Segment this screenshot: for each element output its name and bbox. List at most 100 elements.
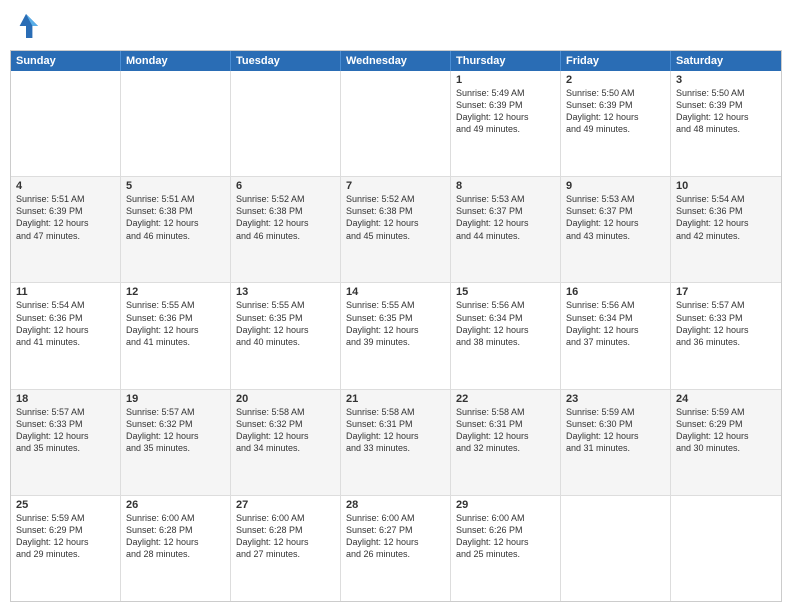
day-info: Sunrise: 5:54 AM Sunset: 6:36 PM Dayligh… [676, 193, 776, 242]
day-info: Sunrise: 5:58 AM Sunset: 6:31 PM Dayligh… [456, 406, 555, 455]
day-cell-11: 11Sunrise: 5:54 AM Sunset: 6:36 PM Dayli… [11, 283, 121, 388]
day-number: 12 [126, 286, 225, 298]
day-cell-7: 7Sunrise: 5:52 AM Sunset: 6:38 PM Daylig… [341, 177, 451, 282]
day-number: 21 [346, 393, 445, 405]
day-cell-9: 9Sunrise: 5:53 AM Sunset: 6:37 PM Daylig… [561, 177, 671, 282]
day-number: 25 [16, 499, 115, 511]
day-cell-2: 2Sunrise: 5:50 AM Sunset: 6:39 PM Daylig… [561, 71, 671, 176]
empty-cell [341, 71, 451, 176]
day-cell-15: 15Sunrise: 5:56 AM Sunset: 6:34 PM Dayli… [451, 283, 561, 388]
calendar-row-0: 1Sunrise: 5:49 AM Sunset: 6:39 PM Daylig… [11, 71, 781, 177]
day-info: Sunrise: 5:52 AM Sunset: 6:38 PM Dayligh… [236, 193, 335, 242]
day-cell-16: 16Sunrise: 5:56 AM Sunset: 6:34 PM Dayli… [561, 283, 671, 388]
day-cell-17: 17Sunrise: 5:57 AM Sunset: 6:33 PM Dayli… [671, 283, 781, 388]
day-number: 1 [456, 74, 555, 86]
day-info: Sunrise: 5:53 AM Sunset: 6:37 PM Dayligh… [566, 193, 665, 242]
day-number: 28 [346, 499, 445, 511]
day-info: Sunrise: 5:55 AM Sunset: 6:35 PM Dayligh… [346, 299, 445, 348]
day-number: 16 [566, 286, 665, 298]
header-cell-thursday: Thursday [451, 51, 561, 71]
header-cell-friday: Friday [561, 51, 671, 71]
day-number: 14 [346, 286, 445, 298]
day-number: 29 [456, 499, 555, 511]
day-number: 19 [126, 393, 225, 405]
day-info: Sunrise: 5:59 AM Sunset: 6:29 PM Dayligh… [676, 406, 776, 455]
day-number: 4 [16, 180, 115, 192]
day-cell-8: 8Sunrise: 5:53 AM Sunset: 6:37 PM Daylig… [451, 177, 561, 282]
calendar-header: SundayMondayTuesdayWednesdayThursdayFrid… [11, 51, 781, 71]
calendar: SundayMondayTuesdayWednesdayThursdayFrid… [10, 50, 782, 602]
day-number: 2 [566, 74, 665, 86]
day-info: Sunrise: 6:00 AM Sunset: 6:28 PM Dayligh… [236, 512, 335, 561]
day-cell-22: 22Sunrise: 5:58 AM Sunset: 6:31 PM Dayli… [451, 390, 561, 495]
day-number: 5 [126, 180, 225, 192]
day-info: Sunrise: 5:53 AM Sunset: 6:37 PM Dayligh… [456, 193, 555, 242]
header-cell-wednesday: Wednesday [341, 51, 451, 71]
empty-cell [561, 496, 671, 601]
day-number: 17 [676, 286, 776, 298]
day-number: 20 [236, 393, 335, 405]
empty-cell [231, 71, 341, 176]
day-info: Sunrise: 5:56 AM Sunset: 6:34 PM Dayligh… [456, 299, 555, 348]
day-number: 11 [16, 286, 115, 298]
day-info: Sunrise: 5:51 AM Sunset: 6:39 PM Dayligh… [16, 193, 115, 242]
day-number: 13 [236, 286, 335, 298]
day-info: Sunrise: 5:50 AM Sunset: 6:39 PM Dayligh… [566, 87, 665, 136]
day-number: 3 [676, 74, 776, 86]
day-cell-5: 5Sunrise: 5:51 AM Sunset: 6:38 PM Daylig… [121, 177, 231, 282]
day-info: Sunrise: 6:00 AM Sunset: 6:28 PM Dayligh… [126, 512, 225, 561]
day-cell-10: 10Sunrise: 5:54 AM Sunset: 6:36 PM Dayli… [671, 177, 781, 282]
calendar-row-1: 4Sunrise: 5:51 AM Sunset: 6:39 PM Daylig… [11, 177, 781, 283]
day-info: Sunrise: 5:51 AM Sunset: 6:38 PM Dayligh… [126, 193, 225, 242]
day-number: 22 [456, 393, 555, 405]
calendar-row-2: 11Sunrise: 5:54 AM Sunset: 6:36 PM Dayli… [11, 283, 781, 389]
day-cell-3: 3Sunrise: 5:50 AM Sunset: 6:39 PM Daylig… [671, 71, 781, 176]
day-info: Sunrise: 5:49 AM Sunset: 6:39 PM Dayligh… [456, 87, 555, 136]
day-cell-6: 6Sunrise: 5:52 AM Sunset: 6:38 PM Daylig… [231, 177, 341, 282]
day-cell-28: 28Sunrise: 6:00 AM Sunset: 6:27 PM Dayli… [341, 496, 451, 601]
calendar-row-3: 18Sunrise: 5:57 AM Sunset: 6:33 PM Dayli… [11, 390, 781, 496]
day-cell-20: 20Sunrise: 5:58 AM Sunset: 6:32 PM Dayli… [231, 390, 341, 495]
day-number: 7 [346, 180, 445, 192]
day-info: Sunrise: 5:57 AM Sunset: 6:32 PM Dayligh… [126, 406, 225, 455]
day-info: Sunrise: 5:50 AM Sunset: 6:39 PM Dayligh… [676, 87, 776, 136]
day-number: 9 [566, 180, 665, 192]
logo [10, 10, 46, 42]
calendar-row-4: 25Sunrise: 5:59 AM Sunset: 6:29 PM Dayli… [11, 496, 781, 601]
empty-cell [11, 71, 121, 176]
empty-cell [671, 496, 781, 601]
day-info: Sunrise: 5:57 AM Sunset: 6:33 PM Dayligh… [676, 299, 776, 348]
day-number: 8 [456, 180, 555, 192]
day-number: 15 [456, 286, 555, 298]
day-info: Sunrise: 6:00 AM Sunset: 6:27 PM Dayligh… [346, 512, 445, 561]
day-cell-14: 14Sunrise: 5:55 AM Sunset: 6:35 PM Dayli… [341, 283, 451, 388]
logo-icon [10, 10, 42, 42]
day-cell-29: 29Sunrise: 6:00 AM Sunset: 6:26 PM Dayli… [451, 496, 561, 601]
day-cell-23: 23Sunrise: 5:59 AM Sunset: 6:30 PM Dayli… [561, 390, 671, 495]
day-cell-4: 4Sunrise: 5:51 AM Sunset: 6:39 PM Daylig… [11, 177, 121, 282]
day-info: Sunrise: 5:57 AM Sunset: 6:33 PM Dayligh… [16, 406, 115, 455]
day-cell-18: 18Sunrise: 5:57 AM Sunset: 6:33 PM Dayli… [11, 390, 121, 495]
day-cell-26: 26Sunrise: 6:00 AM Sunset: 6:28 PM Dayli… [121, 496, 231, 601]
day-info: Sunrise: 5:59 AM Sunset: 6:29 PM Dayligh… [16, 512, 115, 561]
day-cell-12: 12Sunrise: 5:55 AM Sunset: 6:36 PM Dayli… [121, 283, 231, 388]
day-info: Sunrise: 5:58 AM Sunset: 6:32 PM Dayligh… [236, 406, 335, 455]
day-number: 26 [126, 499, 225, 511]
day-info: Sunrise: 5:58 AM Sunset: 6:31 PM Dayligh… [346, 406, 445, 455]
page: SundayMondayTuesdayWednesdayThursdayFrid… [0, 0, 792, 612]
day-number: 6 [236, 180, 335, 192]
day-info: Sunrise: 5:59 AM Sunset: 6:30 PM Dayligh… [566, 406, 665, 455]
day-cell-24: 24Sunrise: 5:59 AM Sunset: 6:29 PM Dayli… [671, 390, 781, 495]
day-info: Sunrise: 5:52 AM Sunset: 6:38 PM Dayligh… [346, 193, 445, 242]
header-cell-monday: Monday [121, 51, 231, 71]
day-info: Sunrise: 5:54 AM Sunset: 6:36 PM Dayligh… [16, 299, 115, 348]
day-number: 24 [676, 393, 776, 405]
day-number: 18 [16, 393, 115, 405]
day-info: Sunrise: 5:56 AM Sunset: 6:34 PM Dayligh… [566, 299, 665, 348]
header-cell-saturday: Saturday [671, 51, 781, 71]
day-number: 27 [236, 499, 335, 511]
empty-cell [121, 71, 231, 176]
day-cell-13: 13Sunrise: 5:55 AM Sunset: 6:35 PM Dayli… [231, 283, 341, 388]
day-info: Sunrise: 5:55 AM Sunset: 6:35 PM Dayligh… [236, 299, 335, 348]
day-cell-1: 1Sunrise: 5:49 AM Sunset: 6:39 PM Daylig… [451, 71, 561, 176]
